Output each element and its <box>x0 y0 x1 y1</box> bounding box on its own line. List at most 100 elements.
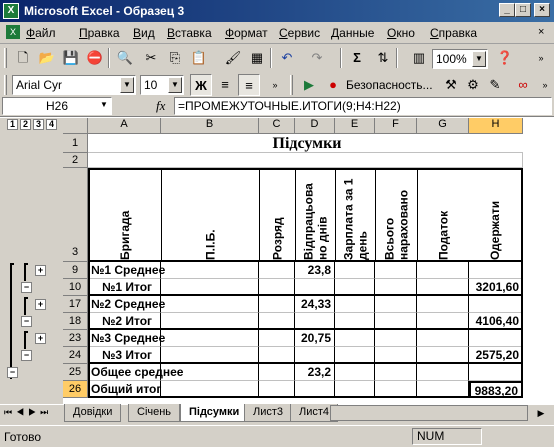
minimize-button[interactable]: _ <box>499 3 515 17</box>
table-cell[interactable] <box>375 330 417 347</box>
table-cell[interactable] <box>259 296 295 313</box>
column-header-e[interactable]: E <box>335 118 375 134</box>
table-cell[interactable] <box>335 296 375 313</box>
table-cell[interactable]: 4106,40 <box>469 313 523 330</box>
bold-button[interactable]: Ж <box>190 74 212 96</box>
table-cell[interactable] <box>417 381 469 398</box>
table-cell[interactable] <box>335 262 375 279</box>
table-cell[interactable]: 20,75 <box>295 330 335 347</box>
link-icon[interactable]: ∞ <box>512 74 534 96</box>
selected-cell[interactable]: 9883,20 <box>469 381 523 398</box>
table-cell[interactable] <box>335 330 375 347</box>
horizontal-scrollbar[interactable] <box>330 405 528 421</box>
table-cell[interactable] <box>375 381 417 398</box>
chevron-down-icon[interactable]: ▼ <box>100 100 108 109</box>
table-cell[interactable] <box>295 347 335 364</box>
table-cell[interactable] <box>335 364 375 381</box>
tab-sichen[interactable]: Січень <box>128 404 181 422</box>
menu-edit[interactable]: Правка <box>79 26 120 40</box>
document-icon[interactable]: X <box>6 25 20 39</box>
menu-file[interactable]: Файл <box>26 26 56 40</box>
collapse-icon[interactable]: − <box>21 350 32 361</box>
table-cell[interactable] <box>417 313 469 330</box>
name-box[interactable]: H26 <box>2 97 112 115</box>
column-header-c[interactable]: C <box>259 118 295 134</box>
outline-level-3[interactable]: 3 <box>33 119 44 130</box>
select-all-corner[interactable] <box>63 118 88 134</box>
column-header-a[interactable]: A <box>88 118 161 134</box>
save-icon[interactable]: 💾 <box>60 47 82 69</box>
formula-input[interactable]: =ПРОМЕЖУТОЧНЫЕ.ИТОГИ(9;H4:H22) <box>174 97 552 115</box>
align-center-icon[interactable]: ≡ <box>238 74 260 96</box>
redo-icon[interactable]: ↷ <box>306 47 328 69</box>
table-cell[interactable] <box>417 262 469 279</box>
toolbar-options-icon[interactable]: » <box>530 47 552 69</box>
table-cell[interactable] <box>161 296 259 313</box>
table-cell[interactable] <box>375 279 417 296</box>
outline-level-2[interactable]: 2 <box>20 119 31 130</box>
column-header-g[interactable]: G <box>417 118 469 134</box>
table-cell[interactable] <box>259 347 295 364</box>
open-icon[interactable]: 📂 <box>36 47 58 69</box>
table-cell[interactable] <box>375 347 417 364</box>
table-cell[interactable] <box>161 381 259 398</box>
run-icon[interactable]: ▶ <box>298 74 320 96</box>
expand-icon[interactable]: + <box>35 333 46 344</box>
table-cell[interactable]: 2575,20 <box>469 347 523 364</box>
table-cell[interactable] <box>259 279 295 296</box>
menu-help[interactable]: Справка <box>430 26 477 40</box>
menu-data[interactable]: Данные <box>331 26 374 40</box>
cut-icon[interactable]: ✂ <box>140 47 162 69</box>
maximize-button[interactable]: □ <box>515 3 531 17</box>
column-header-d[interactable]: D <box>295 118 335 134</box>
table-cell[interactable] <box>375 364 417 381</box>
print-preview-icon[interactable]: 🔍 <box>114 47 136 69</box>
table-cell[interactable] <box>335 347 375 364</box>
chart-icon[interactable]: ▥ <box>408 47 430 69</box>
tab-lyst3[interactable]: Лист3 <box>244 404 293 422</box>
table-cell[interactable] <box>161 262 259 279</box>
table-cell[interactable] <box>161 347 259 364</box>
table-cell[interactable] <box>259 262 295 279</box>
row-header[interactable]: 1 <box>63 134 88 153</box>
format-painter-icon[interactable]: 🖌 <box>222 47 244 69</box>
table-cell[interactable]: №1 Итог <box>88 279 161 296</box>
row-header[interactable]: 25 <box>63 364 88 381</box>
control-toolbox-icon[interactable]: ⚒ <box>440 74 462 96</box>
table-cell[interactable]: 23,8 <box>295 262 335 279</box>
scroll-right-icon[interactable]: ▶ <box>530 402 552 424</box>
merge-icon[interactable]: ▦ <box>246 47 268 69</box>
menu-format[interactable]: Формат <box>225 26 268 40</box>
close-button[interactable]: × <box>534 3 550 17</box>
chevron-down-icon[interactable]: ▼ <box>120 77 134 93</box>
new-icon[interactable]: 🗋 <box>12 47 34 69</box>
table-cell[interactable]: №3 Среднее <box>88 330 165 347</box>
record-icon[interactable]: ● <box>322 74 344 96</box>
table-cell[interactable] <box>417 347 469 364</box>
table-cell[interactable] <box>161 313 259 330</box>
vba-editor-icon[interactable]: ⚙ <box>462 74 484 96</box>
toolbar-grip[interactable] <box>290 75 293 95</box>
menu-tools[interactable]: Сервис <box>279 26 320 40</box>
table-cell[interactable] <box>259 313 295 330</box>
toolbar-options-icon[interactable]: » <box>264 74 286 96</box>
help-icon[interactable]: ❓ <box>494 47 516 69</box>
outline-level-4[interactable]: 4 <box>46 119 57 130</box>
table-cell[interactable]: №2 Итог <box>88 313 161 330</box>
table-cell[interactable]: 24,33 <box>295 296 335 313</box>
align-left-icon[interactable]: ≡ <box>214 74 236 96</box>
row-header[interactable]: 23 <box>63 330 88 347</box>
column-header-b[interactable]: B <box>161 118 259 134</box>
table-cell[interactable] <box>259 364 295 381</box>
autosum-icon[interactable]: Σ <box>346 47 368 69</box>
row-header[interactable]: 2 <box>63 153 88 168</box>
expand-icon[interactable]: + <box>35 299 46 310</box>
chevron-down-icon[interactable]: ▼ <box>168 77 182 93</box>
doc-close-icon[interactable]: × <box>538 26 544 38</box>
table-cell[interactable] <box>469 364 523 381</box>
copy-icon[interactable]: ⎘ <box>164 47 186 69</box>
permission-icon[interactable]: ⛔ <box>84 47 106 69</box>
tab-dovidky[interactable]: Довідки <box>64 404 122 422</box>
table-cell[interactable] <box>375 262 417 279</box>
column-header-f[interactable]: F <box>375 118 417 134</box>
